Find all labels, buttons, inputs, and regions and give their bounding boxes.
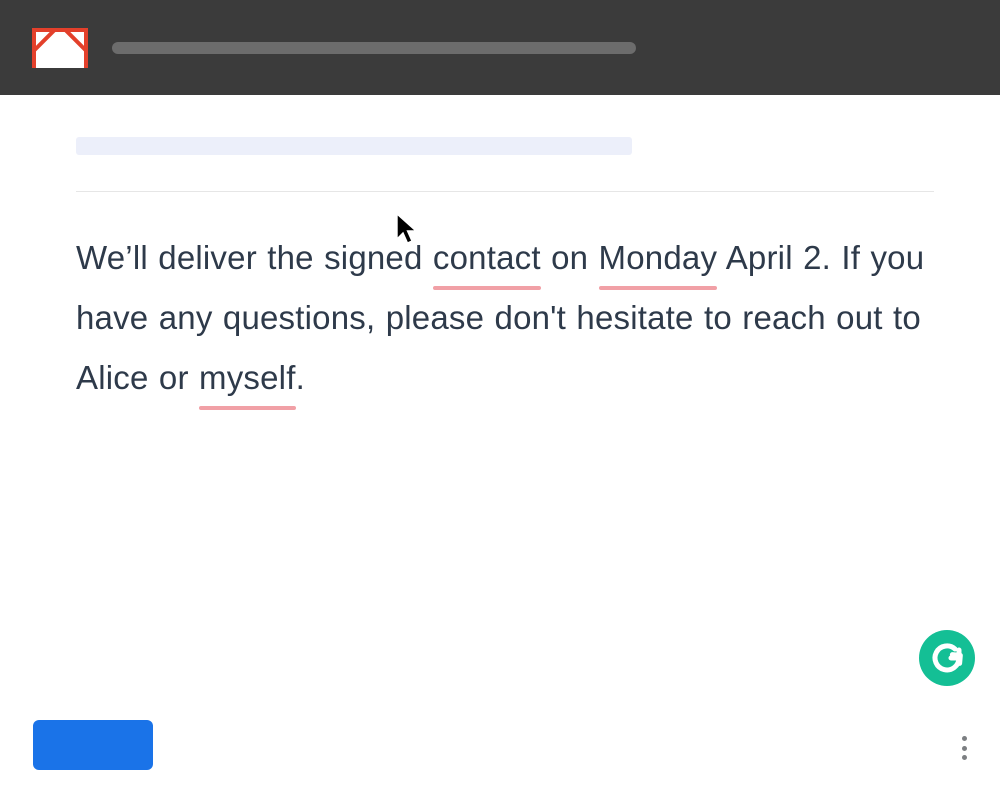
body-segment: We’ll deliver the signed bbox=[76, 239, 433, 276]
subject-field-placeholder[interactable] bbox=[76, 137, 632, 155]
dot-icon bbox=[962, 746, 967, 751]
gmail-logo-icon bbox=[32, 28, 88, 68]
grammar-flag-contact[interactable]: contact bbox=[433, 228, 541, 288]
compose-divider bbox=[76, 191, 934, 192]
grammarly-g-icon bbox=[927, 638, 967, 678]
compose-body-text[interactable]: We’ll deliver the signed contact on Mond… bbox=[76, 228, 928, 408]
compose-area: We’ll deliver the signed contact on Mond… bbox=[0, 95, 1000, 408]
app-header bbox=[0, 0, 1000, 95]
grammarly-badge-button[interactable] bbox=[919, 630, 975, 686]
mouse-cursor-icon bbox=[396, 213, 420, 247]
body-segment: on bbox=[541, 239, 599, 276]
dot-icon bbox=[962, 736, 967, 741]
dot-icon bbox=[962, 755, 967, 760]
send-button[interactable] bbox=[33, 720, 153, 770]
more-options-button[interactable] bbox=[952, 734, 976, 762]
grammar-flag-monday[interactable]: Monday bbox=[599, 228, 718, 288]
body-segment: . bbox=[296, 359, 305, 396]
header-search-placeholder[interactable] bbox=[112, 42, 636, 54]
grammar-flag-myself[interactable]: myself bbox=[199, 348, 296, 408]
